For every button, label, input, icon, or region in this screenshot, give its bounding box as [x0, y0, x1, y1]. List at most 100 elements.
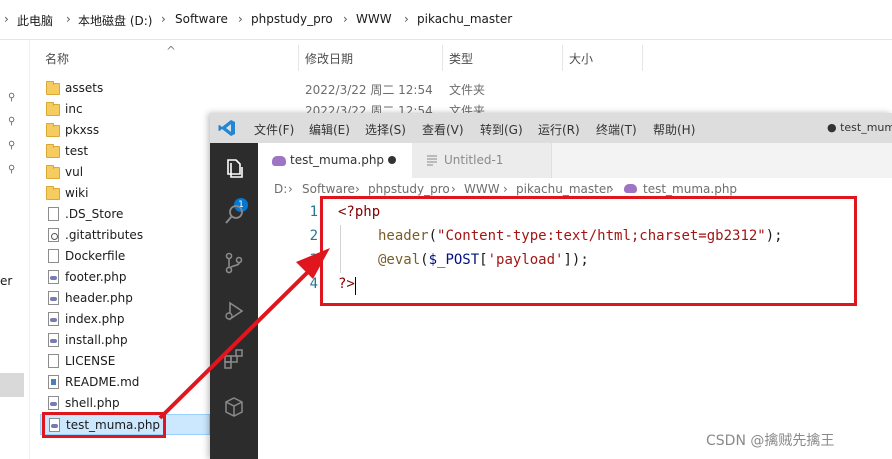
- chevron-right-icon: ›: [161, 12, 166, 26]
- line-number: 4: [309, 276, 318, 292]
- annotation-box-code: [320, 196, 857, 306]
- file-row[interactable]: wiki: [40, 183, 210, 204]
- files-icon[interactable]: [222, 157, 246, 181]
- package-icon[interactable]: [222, 395, 246, 419]
- menu-edit[interactable]: 编辑(E): [309, 121, 350, 138]
- breadcrumb-software[interactable]: Software: [175, 12, 228, 26]
- menu-go[interactable]: 转到(G): [480, 121, 523, 138]
- folder-icon: [46, 123, 60, 137]
- column-divider[interactable]: [442, 45, 443, 71]
- breadcrumb-phpstudy[interactable]: phpstudy_pro: [251, 12, 333, 26]
- watermark: CSDN @擒贼先擒王: [706, 433, 835, 449]
- run-debug-icon[interactable]: [222, 299, 246, 323]
- file-row[interactable]: footer.php: [40, 267, 210, 288]
- file-row[interactable]: .gitattributes: [40, 225, 210, 246]
- file-row[interactable]: Dockerfile: [40, 246, 210, 267]
- nav-item-partial[interactable]: er: [0, 274, 12, 288]
- folder-icon: [46, 186, 60, 200]
- window-title: ● test_muma: [827, 121, 892, 134]
- pin-icon[interactable]: ⚲: [8, 140, 20, 152]
- breadcrumb-pikachu[interactable]: pikachu_master: [417, 12, 512, 26]
- pin-icon[interactable]: ⚲: [8, 116, 20, 128]
- file-name: LICENSE: [65, 354, 116, 368]
- menu-terminal[interactable]: 终端(T): [596, 121, 637, 138]
- breadcrumb-drive-d[interactable]: 本地磁盘 (D:): [78, 12, 152, 29]
- file-row[interactable]: test: [40, 141, 210, 162]
- column-header-name[interactable]: 名称: [45, 50, 69, 67]
- file-row[interactable]: install.php: [40, 330, 210, 351]
- search-icon[interactable]: [222, 203, 246, 227]
- file-row[interactable]: LICENSE: [40, 351, 210, 372]
- breadcrumb-www[interactable]: WWW: [356, 12, 392, 26]
- chevron-right-icon: ›: [503, 182, 508, 196]
- menu-file[interactable]: 文件(F): [254, 121, 294, 138]
- column-header-size[interactable]: 大小: [569, 50, 593, 67]
- tab-untitled-1[interactable]: Untitled-1: [412, 143, 552, 178]
- line-number: 2: [309, 228, 318, 244]
- file-name: install.php: [65, 333, 128, 347]
- breadcrumb-this-pc[interactable]: 此电脑: [17, 12, 53, 29]
- file-row[interactable]: shell.php: [40, 393, 210, 414]
- line-number: 3: [309, 252, 318, 268]
- crumb-drive[interactable]: D:: [274, 182, 287, 196]
- php-elephant-icon: [624, 184, 637, 193]
- file-name: wiki: [65, 186, 89, 200]
- chevron-right-icon: ›: [451, 182, 456, 196]
- file-name: Dockerfile: [65, 249, 126, 263]
- file-icon: [48, 354, 59, 368]
- vscode-logo-icon: [218, 120, 235, 136]
- file-icon: [48, 249, 59, 263]
- unsaved-dot-icon[interactable]: [388, 156, 396, 164]
- column-header-date[interactable]: 修改日期: [305, 50, 353, 67]
- php-file-icon: [48, 291, 59, 305]
- file-name: vul: [65, 165, 84, 179]
- file-row[interactable]: inc: [40, 99, 210, 120]
- chevron-right-icon: ›: [609, 182, 614, 196]
- crumb-software[interactable]: Software: [302, 182, 355, 196]
- column-divider[interactable]: [562, 45, 563, 71]
- menu-run[interactable]: 运行(R): [538, 121, 580, 138]
- column-header-type[interactable]: 类型: [449, 50, 473, 67]
- title-bar: 文件(F) 编辑(E) 选择(S) 查看(V) 转到(G) 运行(R) 终端(T…: [210, 113, 892, 143]
- file-name: index.php: [65, 312, 125, 326]
- crumb-pikachu[interactable]: pikachu_master: [516, 182, 611, 196]
- file-row[interactable]: vul: [40, 162, 210, 183]
- column-divider[interactable]: [642, 45, 643, 71]
- file-row[interactable]: header.php: [40, 288, 210, 309]
- tab-test-muma[interactable]: test_muma.php: [258, 143, 412, 178]
- chevron-right-icon: ›: [355, 182, 360, 196]
- php-file-icon: [48, 312, 59, 326]
- menu-selection[interactable]: 选择(S): [365, 121, 406, 138]
- file-type: 文件夹: [449, 83, 486, 97]
- extensions-icon[interactable]: [222, 347, 246, 371]
- folder-icon: [46, 144, 60, 158]
- gear-file-icon: [48, 228, 59, 242]
- file-row[interactable]: pkxss: [40, 120, 210, 141]
- column-divider[interactable]: [298, 45, 299, 71]
- activity-bar: 1: [210, 143, 258, 459]
- crumb-www[interactable]: WWW: [464, 182, 500, 196]
- chevron-up-icon: ^: [166, 44, 177, 58]
- pin-icon[interactable]: ⚲: [8, 164, 20, 176]
- nav-item-selected[interactable]: [0, 373, 24, 397]
- crumb-file[interactable]: test_muma.php: [643, 182, 737, 196]
- explorer-address-bar[interactable]: › 此电脑 › 本地磁盘 (D:) › Software › phpstudy_…: [0, 0, 892, 40]
- source-control-icon[interactable]: [222, 251, 246, 275]
- file-name: header.php: [65, 291, 133, 305]
- file-name: .DS_Store: [65, 207, 124, 221]
- file-row[interactable]: index.php: [40, 309, 210, 330]
- text-lines-icon: [427, 155, 437, 166]
- file-name: inc: [65, 102, 83, 116]
- menu-view[interactable]: 查看(V): [422, 121, 464, 138]
- file-row[interactable]: README.md: [40, 372, 210, 393]
- pin-icon[interactable]: ⚲: [8, 92, 20, 104]
- annotation-box-file: [42, 412, 166, 438]
- folder-icon: [46, 165, 60, 179]
- navigation-pane: ⚲ ⚲ ⚲ ⚲ er: [0, 40, 30, 459]
- crumb-phpstudy[interactable]: phpstudy_pro: [368, 182, 450, 196]
- php-file-icon: [48, 396, 59, 410]
- file-row[interactable]: assets: [40, 78, 210, 99]
- menu-help[interactable]: 帮助(H): [653, 121, 695, 138]
- file-icon: [48, 207, 59, 221]
- file-row[interactable]: .DS_Store: [40, 204, 210, 225]
